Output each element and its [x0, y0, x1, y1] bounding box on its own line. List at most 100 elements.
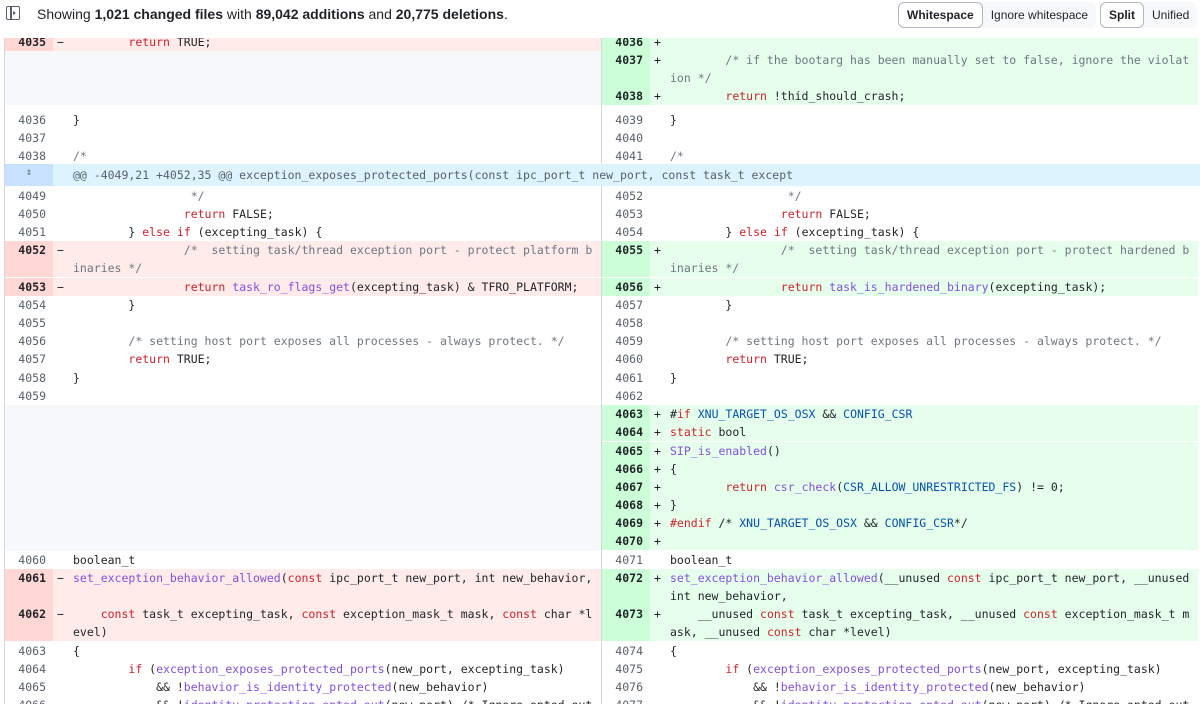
right-line-number[interactable]: 4041 [602, 147, 650, 165]
right-line-number[interactable]: 4069 [602, 514, 650, 533]
diff-sign: − [57, 243, 64, 257]
left-empty-block [5, 405, 601, 551]
right-diff-line: 4055 + /* setting task/thread exception p… [602, 241, 1198, 278]
left-line-number[interactable]: 4061 [5, 569, 53, 606]
right-line-number[interactable]: 4076 [602, 678, 650, 696]
left-line-number[interactable]: 4035 [5, 38, 53, 52]
right-diff-line: 4072 + set_exception_behavior_allowed(__un… [602, 569, 1198, 606]
right-line-number[interactable]: 4072 [602, 569, 650, 606]
right-line-number[interactable]: 4058 [602, 314, 650, 332]
right-line-number[interactable]: 4040 [602, 129, 650, 147]
right-line-number[interactable]: 4068 [602, 496, 650, 515]
right-line-number[interactable]: 4062 [602, 387, 650, 405]
right-line-number[interactable]: 4038 [602, 87, 650, 106]
right-line-number[interactable]: 4036 [602, 38, 650, 52]
left-line-number[interactable]: 4059 [5, 387, 53, 405]
left-line-number[interactable]: 4050 [5, 205, 53, 223]
diff-sign: + [654, 516, 661, 530]
right-code: #if XNU_TARGET_OS_OSX && CONFIG_CSR [670, 407, 913, 421]
right-line-number[interactable]: 4056 [602, 278, 650, 297]
left-line-number[interactable]: 4052 [5, 241, 53, 278]
right-line-number[interactable]: 4037 [602, 51, 650, 88]
left-line-number[interactable]: 4066 [5, 696, 53, 704]
left-line-number[interactable]: 4057 [5, 350, 53, 368]
right-code: return task_is_hardened_binary(excepting… [780, 280, 1107, 294]
left-code: /* setting host port exposes all process… [73, 334, 565, 348]
right-code: boolean_t [670, 553, 733, 567]
right-line-number[interactable]: 4075 [602, 660, 650, 678]
right-line-number[interactable]: 4063 [602, 405, 650, 424]
left-code: boolean_t [73, 553, 136, 567]
left-code: } else if (excepting_task) { [73, 225, 323, 239]
file-tree-toggle-icon[interactable] [6, 6, 20, 20]
right-line-number[interactable]: 4070 [602, 532, 650, 551]
whitespace-toggle: Whitespace Ignore whitespace [898, 2, 1097, 28]
ignore-whitespace-button[interactable]: Ignore whitespace [983, 2, 1096, 28]
left-line-number[interactable]: 4064 [5, 660, 53, 678]
left-line-number[interactable]: 4060 [5, 551, 53, 569]
expand-icon[interactable]: ⇕ [23, 167, 35, 179]
right-diff-line: 4069 + #endif /* XNU_TARGET_OS_OSX && CONF… [602, 514, 1198, 533]
left-line-number[interactable]: 4065 [5, 678, 53, 696]
right-line-number[interactable]: 4061 [602, 369, 650, 387]
right-code: && !behavior_is_identity_protected(new_b… [670, 680, 1086, 694]
right-diff-line: 4071 boolean_t [602, 551, 1198, 569]
left-line-number[interactable]: 4051 [5, 223, 53, 241]
left-diff-line: 4049 */ [5, 187, 601, 205]
right-line-number[interactable]: 4074 [602, 642, 650, 660]
diff-toolbar: Showing 1,021 changed files with 89,042 … [0, 0, 1200, 38]
diff-sign: + [654, 498, 661, 512]
left-code: && !behavior_is_identity_protected(new_b… [73, 680, 489, 694]
left-line-number[interactable]: 4053 [5, 278, 53, 297]
left-code: if (exception_exposes_protected_ports(ne… [128, 662, 565, 676]
whitespace-button[interactable]: Whitespace [898, 2, 983, 28]
right-code: SIP_is_enabled() [670, 444, 781, 458]
right-line-number[interactable]: 4055 [602, 241, 650, 278]
split-view-button[interactable]: Split [1100, 2, 1144, 28]
left-line-number[interactable]: 4054 [5, 296, 53, 314]
right-line-number[interactable]: 4064 [602, 423, 650, 442]
diff-sign: + [654, 53, 661, 67]
right-code: return FALSE; [780, 207, 871, 221]
right-code: /* if the bootarg has been manually set … [670, 53, 1190, 86]
right-diff-line: 4067 + return csr_check(CSR_ALLOW_UNRESTR… [602, 478, 1198, 497]
right-line-number[interactable]: 4060 [602, 350, 650, 368]
unified-view-button[interactable]: Unified [1144, 2, 1197, 28]
right-line-number[interactable]: 4039 [602, 111, 650, 129]
right-code: static bool [670, 425, 747, 439]
right-diff-line: 4041 /* [602, 147, 1198, 165]
right-line-number[interactable]: 4057 [602, 296, 650, 314]
hunk-expand-cell[interactable]: ⇕ [5, 164, 53, 186]
left-line-number[interactable]: 4055 [5, 314, 53, 332]
right-code: } [670, 298, 733, 312]
left-line-number[interactable]: 4049 [5, 187, 53, 205]
left-code: */ [73, 189, 205, 203]
diff-sign: + [654, 407, 661, 421]
right-line-number[interactable]: 4071 [602, 551, 650, 569]
right-code: */ [670, 189, 802, 203]
left-line-number[interactable]: 4063 [5, 642, 53, 660]
left-line-number[interactable]: 4037 [5, 129, 53, 147]
right-code: return !thid_should_crash; [725, 89, 906, 103]
right-diff-line: 4057 } [602, 296, 1198, 314]
right-diff-line: 4064 + static bool [602, 423, 1198, 442]
right-code: return csr_check(CSR_ALLOW_UNRESTRICTED_… [725, 480, 1065, 494]
left-line-number[interactable]: 4056 [5, 332, 53, 350]
right-line-number[interactable]: 4052 [602, 187, 650, 205]
right-code: __unused const task_t excepting_task, __… [670, 607, 1190, 640]
right-line-number[interactable]: 4059 [602, 332, 650, 350]
changed-files-count: 1,021 changed files [94, 6, 223, 22]
right-line-number[interactable]: 4077 [602, 696, 650, 704]
right-line-number[interactable]: 4053 [602, 205, 650, 223]
left-line-number[interactable]: 4036 [5, 111, 53, 129]
right-line-number[interactable]: 4073 [602, 605, 650, 642]
left-line-number[interactable]: 4058 [5, 369, 53, 387]
right-line-number[interactable]: 4054 [602, 223, 650, 241]
left-line-number[interactable]: 4062 [5, 605, 53, 642]
left-line-number[interactable]: 4038 [5, 147, 53, 165]
right-line-number[interactable]: 4065 [602, 442, 650, 461]
right-line-number[interactable]: 4066 [602, 460, 650, 479]
right-line-number[interactable]: 4067 [602, 478, 650, 497]
right-code: } else if (excepting_task) { [670, 225, 920, 239]
left-diff-line: 4058} [5, 369, 601, 387]
